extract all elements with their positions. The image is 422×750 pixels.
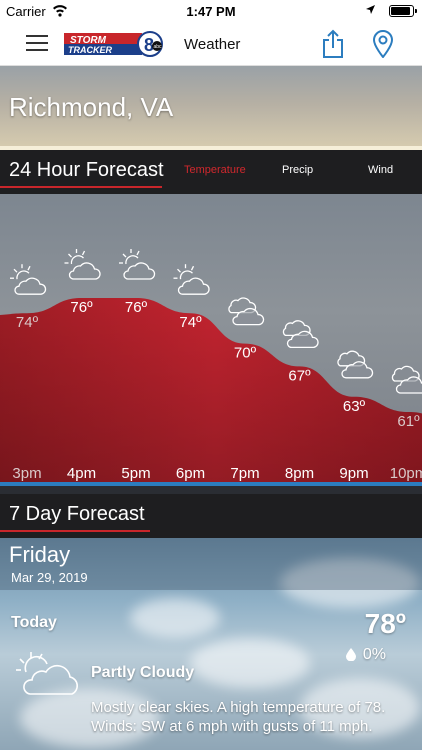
period-label: Today (11, 614, 57, 631)
cloudy-icon (282, 320, 319, 349)
tab-wind[interactable]: Wind (368, 164, 393, 176)
share-icon[interactable] (321, 29, 345, 59)
title-underline (0, 186, 162, 188)
status-bar: Carrier 1:47 PM (0, 0, 422, 22)
partly-sunny-icon (119, 249, 156, 280)
hour-time-label: 4pm (67, 465, 96, 482)
day-name: Friday (9, 542, 71, 567)
hour-temperature-label: 67º (288, 367, 311, 384)
tab-precip[interactable]: Precip (282, 164, 313, 176)
cloud-decoration (130, 598, 220, 638)
cloudy-icon (337, 350, 374, 379)
partly-sunny-icon (10, 264, 47, 295)
hourly-forecast-header: 24 Hour Forecast Temperature Precip Wind (0, 150, 422, 194)
title-underline (0, 530, 150, 532)
battery-icon (389, 5, 417, 17)
seven-day-title: 7 Day Forecast (9, 503, 145, 525)
cloudy-icon (228, 297, 265, 326)
hour-time-label: 10pm (390, 465, 422, 482)
clock: 1:47 PM (186, 4, 236, 19)
nav-bar: STORM TRACKER 8 abc Weather (0, 22, 422, 66)
hour-time-label: 3pm (12, 465, 41, 482)
hour-temperature-label: 63º (343, 398, 366, 415)
menu-icon[interactable] (26, 34, 48, 52)
day-date: Mar 29, 2019 (11, 570, 88, 585)
cloudy-icon (391, 365, 422, 394)
hour-time-label: 7pm (230, 465, 259, 482)
hour-time-label: 8pm (285, 465, 314, 482)
location-pin-icon[interactable] (372, 30, 394, 58)
hour-time-label: 9pm (339, 465, 368, 482)
high-temperature: 78º (364, 608, 406, 639)
location-arrow-icon (366, 5, 375, 14)
seven-day-header: 7 Day Forecast (0, 494, 422, 538)
partly-cloudy-icon (16, 652, 78, 695)
partly-sunny-icon (173, 264, 210, 295)
hour-temperature-label: 76º (125, 299, 148, 316)
cloud-decoration (190, 638, 310, 688)
hour-temperature-label: 74º (179, 314, 202, 331)
precip-chance: 0% (362, 646, 386, 663)
location-banner: Richmond, VA (0, 66, 422, 150)
hourly-temperature-chart: 74º 3pm 76º 4pm 76º 5pm 74º 6pm 70º 7pm 67º 8p… (0, 194, 422, 486)
raindrop-icon (346, 648, 356, 661)
temperature-area-shade (0, 298, 422, 486)
hour-time-label: 5pm (121, 465, 150, 482)
stormtracker-logo: STORM TRACKER 8 abc (64, 31, 164, 57)
hour-temperature-label: 76º (70, 299, 93, 316)
hourly-forecast-title: 24 Hour Forecast (9, 159, 164, 181)
seven-day-card[interactable]: Friday Mar 29, 2019 Today 78º 0% Partly … (0, 538, 422, 750)
svg-text:abc: abc (154, 44, 163, 50)
hour-temperature-label: 74º (16, 314, 39, 331)
hour-temperature-label: 70º (234, 345, 257, 362)
hour-time-label: 6pm (176, 465, 205, 482)
city-name: Richmond, VA (9, 92, 174, 122)
tab-temperature[interactable]: Temperature (184, 164, 246, 176)
nav-title: Weather (184, 36, 241, 53)
svg-text:TRACKER: TRACKER (68, 45, 112, 55)
hourly-chart-svg: 74º 3pm 76º 4pm 76º 5pm 74º 6pm 70º 7pm 67º 8p… (0, 249, 422, 486)
partly-sunny-icon (64, 249, 101, 280)
hour-temperature-label: 61º (397, 413, 420, 430)
condition-label: Partly Cloudy (91, 664, 195, 681)
forecast-description: Mostly clear skies. A high temperature o… (91, 699, 386, 735)
chart-divider (0, 482, 422, 486)
